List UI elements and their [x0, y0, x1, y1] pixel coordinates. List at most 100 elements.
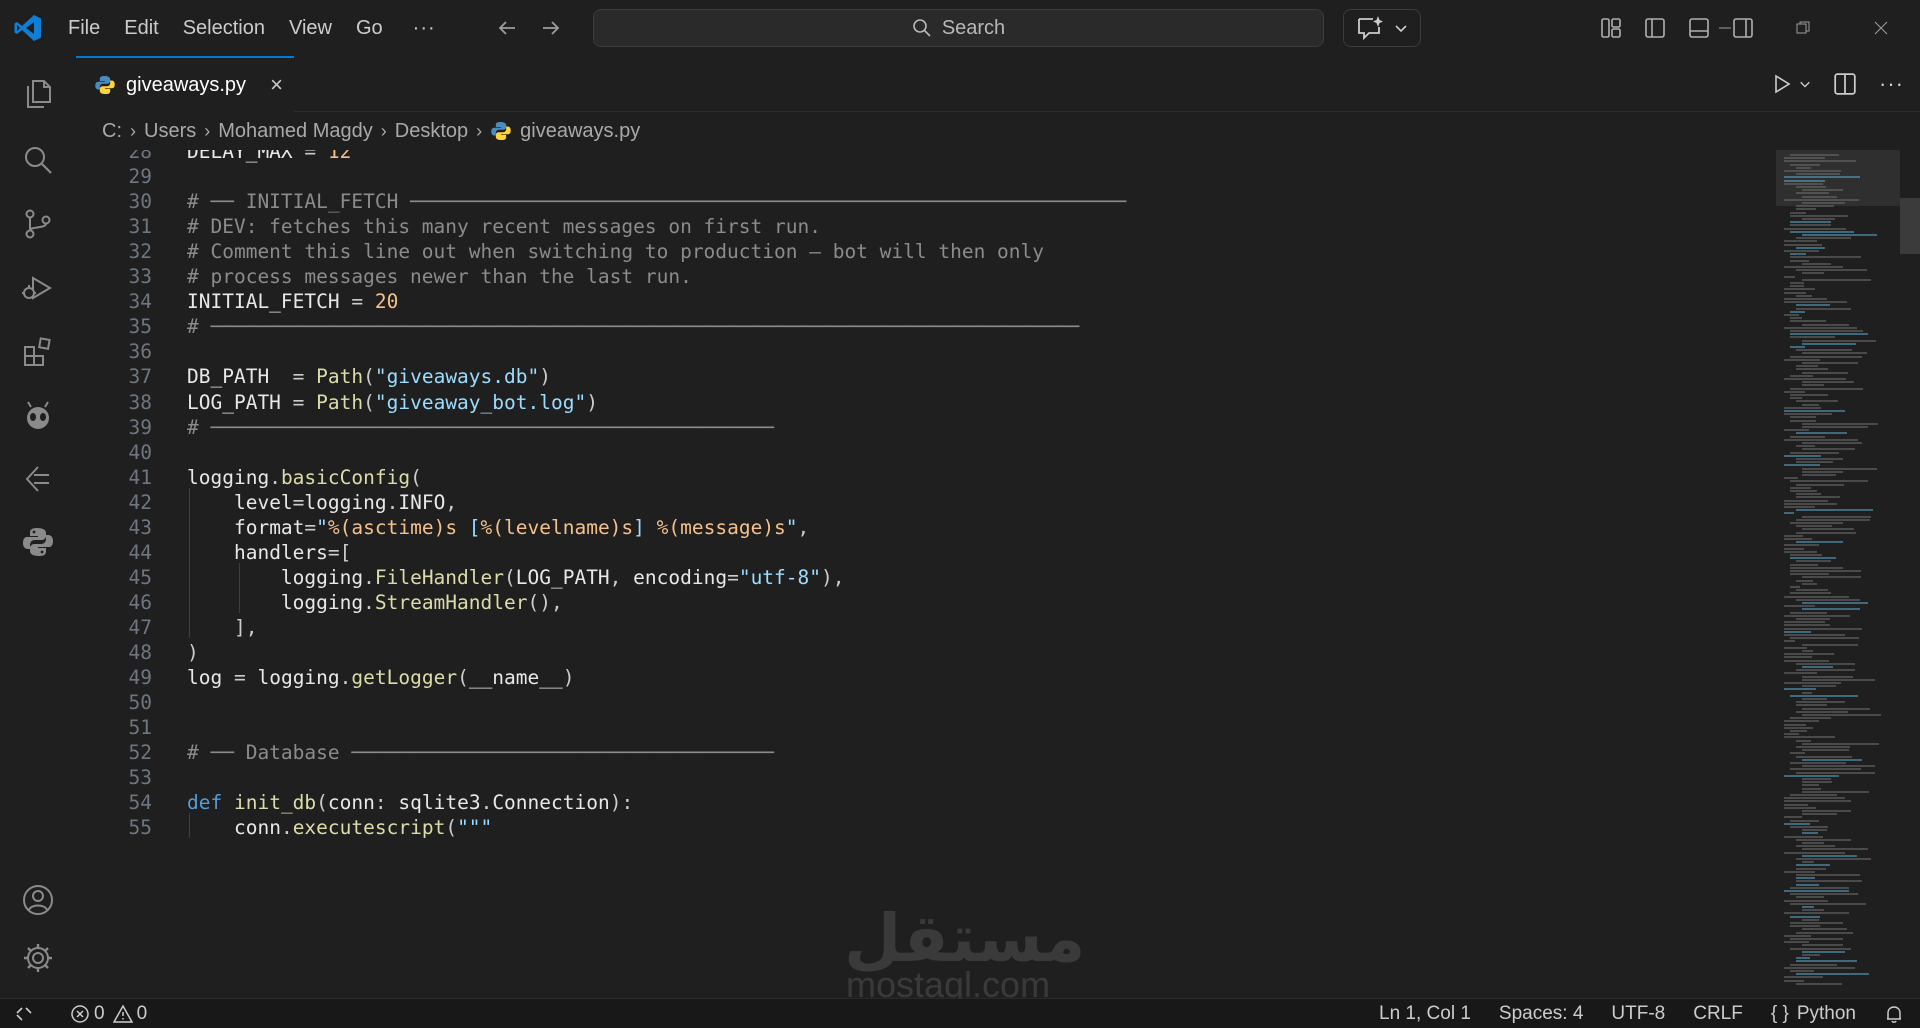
minimap-line [1784, 605, 1816, 608]
minimap-line [1802, 515, 1872, 518]
close-window-button[interactable] [1842, 0, 1920, 56]
copilot-chat-button[interactable] [1343, 9, 1421, 47]
problems-indicator[interactable]: 0 0 [70, 1003, 147, 1025]
minimap[interactable] [1776, 150, 1900, 998]
scrollbar-thumb[interactable] [1900, 198, 1920, 254]
minimap-line [1790, 963, 1837, 966]
minimap-line [1796, 525, 1832, 528]
minimap-line [1784, 774, 1839, 777]
minimap-line [1790, 282, 1804, 284]
minimap-line [1790, 416, 1817, 419]
remote-indicator-icon[interactable] [14, 1004, 34, 1024]
minimap-line [1784, 890, 1849, 892]
minimap-line [1784, 464, 1821, 467]
vertical-scrollbar[interactable] [1900, 150, 1920, 998]
menu-file[interactable]: File [56, 0, 112, 56]
extensions-icon[interactable] [18, 332, 58, 372]
file-encoding[interactable]: UTF-8 [1611, 1003, 1665, 1025]
minimap-line [1802, 944, 1843, 947]
minimap-line [1796, 483, 1844, 486]
search-icon[interactable] [18, 140, 58, 180]
menu-more-button[interactable]: ··· [395, 17, 454, 40]
editor-tab-bar: giveaways.py × ··· [76, 56, 1920, 112]
indentation-setting[interactable]: Spaces: 4 [1499, 1003, 1584, 1025]
minimap-line [1784, 640, 1795, 643]
minimap-line [1802, 790, 1869, 793]
menu-edit[interactable]: Edit [112, 0, 170, 56]
minimap-line [1796, 598, 1860, 601]
breadcrumb-file[interactable]: giveaways.py [520, 120, 640, 143]
more-actions-icon[interactable]: ··· [1879, 71, 1904, 97]
menu-selection[interactable]: Selection [171, 0, 277, 56]
notifications-bell-icon[interactable] [1884, 1004, 1904, 1024]
menu-bar: File Edit Selection View Go ··· [56, 0, 454, 56]
code-editor[interactable]: 28 29 30 31 32 33 34 35 36 37 38 39 40 41 42 43 44 45 46 47… [76, 150, 1776, 998]
minimap-line [1802, 474, 1837, 476]
back-arrow-icon[interactable] [494, 15, 520, 41]
minimap-line [1802, 698, 1827, 700]
menu-view[interactable]: View [277, 0, 344, 56]
minimap-line [1802, 352, 1867, 355]
chevron-down-icon[interactable] [1799, 78, 1811, 90]
toggle-primary-sidebar-icon[interactable] [1644, 17, 1666, 39]
python-icon[interactable] [18, 522, 58, 562]
minimap-line [1802, 707, 1871, 710]
forward-arrow-icon[interactable] [538, 15, 564, 41]
breadcrumb-drive[interactable]: C: [102, 120, 122, 143]
minimap-line [1790, 346, 1806, 348]
minimap-line [1802, 339, 1877, 342]
minimap-line [1784, 314, 1799, 316]
braces-icon: { } [1770, 1003, 1789, 1024]
breadcrumb-users[interactable]: Users [144, 120, 196, 143]
minimap-line [1796, 192, 1830, 195]
minimap-line [1802, 758, 1862, 761]
platformio-alien-icon[interactable] [18, 396, 58, 436]
minimap-line [1790, 317, 1803, 320]
breadcrumb-user-folder[interactable]: Mohamed Magdy [218, 120, 373, 143]
minimap-line [1802, 714, 1882, 716]
search-placeholder: Search [941, 16, 1006, 39]
minimize-button[interactable] [1686, 0, 1764, 56]
minimap-line [1796, 896, 1824, 899]
chevron-right-icon: › [476, 120, 483, 141]
code-line: conn.executescript(""" [233, 816, 493, 840]
accounts-icon[interactable] [18, 880, 58, 920]
minimap-line [1802, 189, 1844, 192]
minimap-line [1802, 426, 1869, 428]
minimap-line [1796, 400, 1838, 403]
minimap-line [1790, 566, 1844, 569]
tab-giveaways-py[interactable]: giveaways.py × [76, 56, 294, 112]
minimap-line [1784, 477, 1798, 480]
source-control-icon[interactable] [18, 204, 58, 244]
run-python-file-icon[interactable] [1771, 73, 1793, 95]
language-mode[interactable]: { } Python [1771, 1003, 1856, 1025]
end-of-line[interactable]: CRLF [1693, 1003, 1743, 1025]
explorer-icon[interactable] [18, 74, 58, 114]
minimap-line [1796, 883, 1819, 886]
minimap-line [1802, 342, 1857, 345]
minimap-line [1784, 627, 1863, 630]
code-area[interactable]: DELAY_MAX = 12 # ── INITIAL_FETCH ───────… [187, 150, 1767, 998]
chat-sparkle-icon [1358, 16, 1383, 41]
minimap-line [1784, 934, 1812, 937]
customize-layout-icon[interactable] [1600, 17, 1622, 39]
minimap-line [1802, 781, 1832, 784]
minimap-line [1790, 253, 1807, 256]
run-and-debug-icon[interactable] [18, 268, 58, 308]
minimap-line [1784, 659, 1829, 662]
restore-button[interactable] [1764, 0, 1842, 56]
minimap-line [1802, 582, 1817, 585]
split-editor-icon[interactable] [1833, 72, 1857, 96]
minimap-line [1784, 227, 1846, 230]
cursor-position[interactable]: Ln 1, Col 1 [1379, 1003, 1471, 1025]
testing-flask-icon[interactable] [18, 460, 58, 500]
manage-gear-icon[interactable] [18, 938, 58, 978]
minimap-line [1784, 816, 1803, 819]
command-center-search[interactable]: Search [593, 9, 1324, 47]
minimap-line [1784, 413, 1832, 416]
tab-close-icon[interactable]: × [270, 72, 283, 98]
breadcrumb-desktop[interactable]: Desktop [395, 120, 468, 143]
minimap-line [1784, 976, 1824, 979]
minimap-line [1796, 307, 1851, 310]
menu-go[interactable]: Go [344, 0, 395, 56]
